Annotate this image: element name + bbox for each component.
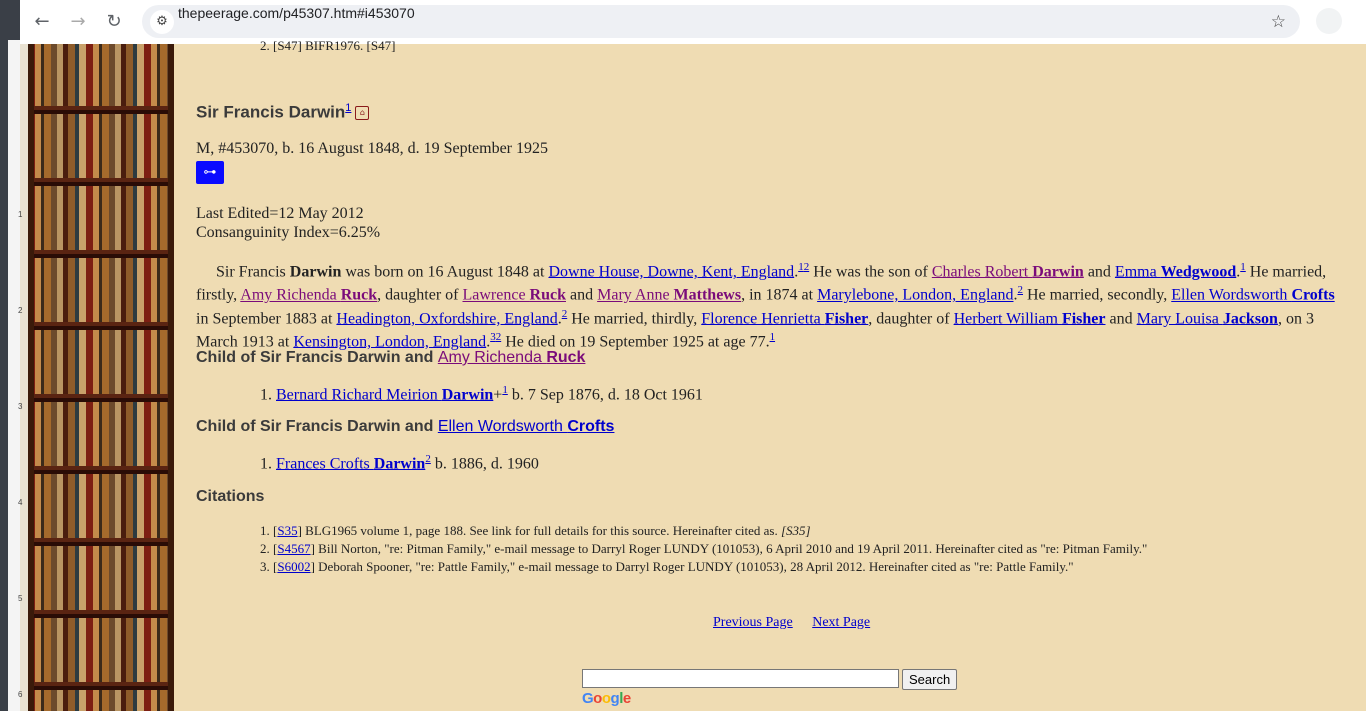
ruler-mark: 6 xyxy=(18,690,23,699)
wife3-father-link[interactable]: Herbert William Fisher xyxy=(954,310,1106,327)
citation-item: 3. [S6002] Deborah Spooner, "re: Pattle … xyxy=(260,559,1074,574)
reload-icon[interactable]: ↻ xyxy=(102,10,126,34)
wife1-father-link[interactable]: Lawrence Ruck xyxy=(462,287,566,304)
page-content: 2. [S47] BIFR1976. [S47] Sir Francis Dar… xyxy=(174,38,1366,711)
document-ruler: 1 2 3 4 5 6 xyxy=(8,40,23,711)
wife3-mother-link[interactable]: Mary Louisa Jackson xyxy=(1137,310,1278,327)
child-link[interactable]: Frances Crofts Darwin xyxy=(276,455,425,472)
children-heading: Child of Sir Francis Darwin and Amy Rich… xyxy=(196,349,586,366)
google-logo: Google xyxy=(582,690,631,707)
place-link[interactable]: Downe House, Downe, Kent, England xyxy=(548,263,794,280)
url-text[interactable]: thepeerage.com/p45307.htm#i453070 xyxy=(178,5,415,21)
bookmark-star-icon[interactable]: ☆ xyxy=(1271,10,1286,34)
pager: Previous Page Next Page xyxy=(713,615,886,631)
child-item: 1. Frances Crofts Darwin2 b. 1886, d. 19… xyxy=(260,453,539,473)
consanguinity-index: Consanguinity Index=6.25% xyxy=(196,224,381,241)
next-page-link[interactable]: Next Page xyxy=(812,615,870,630)
ruler-mark: 1 xyxy=(18,210,23,219)
citations-list: 1. [S35] BLG1965 volume 1, page 188. See… xyxy=(260,522,1147,576)
previous-page-link[interactable]: Previous Page xyxy=(713,615,793,630)
site-info-icon[interactable]: ⚙ xyxy=(150,10,174,34)
previous-citation-fragment: 2. [S47] BIFR1976. [S47] xyxy=(260,38,396,53)
ruler-mark: 2 xyxy=(18,306,23,315)
back-arrow-icon[interactable]: ← xyxy=(30,10,54,34)
site-search: Search xyxy=(582,669,958,690)
child-link[interactable]: Bernard Richard Meirion Darwin xyxy=(276,386,493,403)
place-link[interactable]: Marylebone, London, England xyxy=(817,287,1013,304)
bookshelf-background xyxy=(28,44,174,711)
lock-icon[interactable]: ⌂ xyxy=(355,106,370,121)
person-meta: M, #453070, b. 16 August 1848, d. 19 Sep… xyxy=(196,140,548,157)
profile-avatar[interactable] xyxy=(1316,8,1342,34)
address-bar[interactable]: ⚙ thepeerage.com/p45307.htm#i453070 ☆ xyxy=(142,5,1300,38)
ruler-mark: 5 xyxy=(18,594,23,603)
child-item: 1. Bernard Richard Meirion Darwin+1 b. 7… xyxy=(260,384,703,404)
desktop-left-strip: 1 2 3 4 5 6 xyxy=(0,0,23,711)
wife3-link[interactable]: Florence Henrietta Fisher xyxy=(701,310,868,327)
source-link[interactable]: S4567 xyxy=(277,541,310,556)
mother-link[interactable]: Emma Wedgwood xyxy=(1115,263,1236,280)
edit-info: Last Edited=12 May 2012 Consanguinity In… xyxy=(196,204,380,242)
source-link[interactable]: S6002 xyxy=(277,559,310,574)
wife2-link[interactable]: Ellen Wordsworth Crofts xyxy=(1171,287,1334,304)
citation-item: 1. [S35] BLG1965 volume 1, page 188. See… xyxy=(260,523,811,538)
browser-toolbar: ← → ↻ ⚙ thepeerage.com/p45307.htm#i45307… xyxy=(20,0,1366,44)
forward-arrow-icon[interactable]: → xyxy=(66,10,90,34)
name-citation-link[interactable]: 1 xyxy=(345,102,351,114)
person-name: Sir Francis Darwin xyxy=(196,102,346,122)
spouse-link[interactable]: Ellen Wordsworth Crofts xyxy=(438,418,615,435)
wife1-mother-link[interactable]: Mary Anne Matthews xyxy=(597,287,741,304)
citations-heading: Citations xyxy=(196,488,265,505)
last-edited: Last Edited=12 May 2012 xyxy=(196,205,364,222)
wife1-link[interactable]: Amy Richenda Ruck xyxy=(240,287,377,304)
family-tree-icon[interactable]: ⊶ xyxy=(196,161,224,184)
person-name-heading: Sir Francis Darwin1 ⌂ xyxy=(196,102,370,123)
biography-paragraph: Sir Francis Darwin was born on 16 August… xyxy=(196,261,1335,351)
children-heading: Child of Sir Francis Darwin and Ellen Wo… xyxy=(196,418,615,435)
search-input[interactable] xyxy=(582,669,899,688)
citation-item: 2. [S4567] Bill Norton, "re: Pitman Fami… xyxy=(260,541,1148,556)
ruler-mark: 4 xyxy=(18,498,23,507)
ruler-mark: 3 xyxy=(18,402,23,411)
source-link[interactable]: S35 xyxy=(277,523,297,538)
citation-sup-link[interactable]: 1 xyxy=(770,331,776,343)
spouse-link[interactable]: Amy Richenda Ruck xyxy=(438,349,586,366)
place-link[interactable]: Headington, Oxfordshire, England xyxy=(336,310,557,327)
search-button[interactable]: Search xyxy=(902,669,958,690)
place-link[interactable]: Kensington, London, England xyxy=(293,333,486,350)
father-link[interactable]: Charles Robert Darwin xyxy=(932,263,1084,280)
